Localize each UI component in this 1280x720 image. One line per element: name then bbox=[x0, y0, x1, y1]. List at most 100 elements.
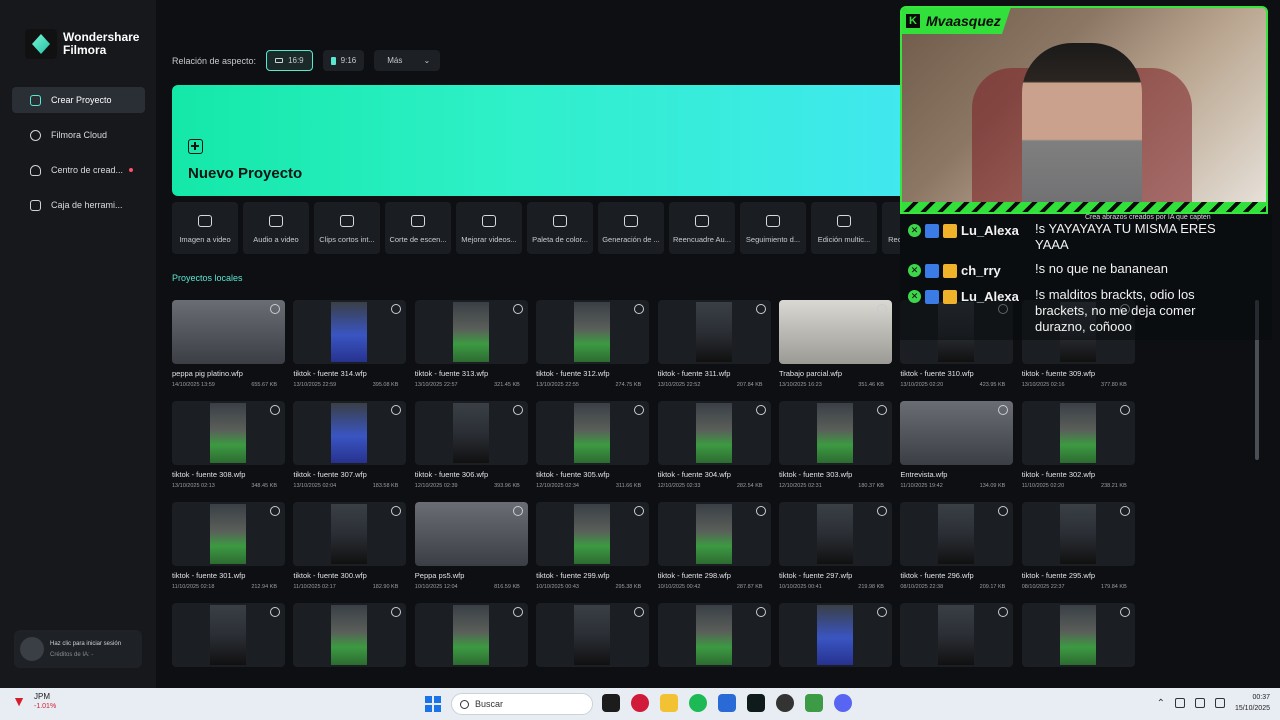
project-card[interactable]: tiktok - fuente 306.wfp 12/10/2025 02:39 3… bbox=[414, 401, 528, 496]
project-card[interactable]: tiktok - fuente 304.wfp 12/10/2025 02:33 2… bbox=[657, 401, 771, 496]
cloud-upload-icon[interactable] bbox=[1119, 506, 1130, 516]
project-card[interactable] bbox=[657, 603, 771, 672]
network-icon[interactable] bbox=[1194, 698, 1205, 708]
project-card[interactable]: tiktok - fuente 303.wfp 12/10/2025 02:31 1… bbox=[778, 401, 892, 496]
project-card[interactable] bbox=[536, 603, 650, 672]
cloud-upload-icon[interactable] bbox=[755, 405, 766, 415]
cloud-upload-icon[interactable] bbox=[1119, 607, 1130, 617]
cloud-upload-icon[interactable] bbox=[391, 304, 402, 314]
tool-button[interactable]: Audio a video bbox=[243, 202, 309, 254]
store-icon[interactable] bbox=[718, 694, 736, 712]
tool-button[interactable]: Mejorar videos... bbox=[456, 202, 522, 254]
cloud-upload-icon[interactable] bbox=[634, 506, 645, 516]
tool-button[interactable]: Reencuadre Au... bbox=[669, 202, 735, 254]
cloud-upload-icon[interactable] bbox=[876, 506, 887, 516]
sidebar-item-crear-proyecto[interactable]: Crear Proyecto bbox=[12, 87, 145, 113]
cloud-upload-icon[interactable] bbox=[270, 506, 280, 516]
cloud-upload-icon[interactable] bbox=[634, 304, 645, 314]
opera-icon[interactable] bbox=[631, 694, 649, 712]
project-card[interactable]: tiktok - fuente 295.wfp 08/10/2025 22:37 1… bbox=[1021, 502, 1135, 597]
project-card[interactable]: tiktok - fuente 299.wfp 10/10/2025 00:43 2… bbox=[536, 502, 650, 597]
project-card[interactable]: tiktok - fuente 302.wfp 11/10/2025 02:20 2… bbox=[1021, 401, 1135, 496]
project-card[interactable]: tiktok - fuente 297.wfp 10/10/2025 00:41 2… bbox=[778, 502, 892, 597]
project-card[interactable]: tiktok - fuente 311.wfp 13/10/2025 22:52 2… bbox=[657, 300, 771, 395]
project-card[interactable]: tiktok - fuente 308.wfp 13/10/2025 02:13 3… bbox=[172, 401, 285, 496]
sidebar-item-caja-herramientas[interactable]: Caja de herrami... bbox=[12, 192, 145, 218]
clock[interactable]: 00:37 15/10/2025 bbox=[1235, 692, 1270, 714]
cloud-upload-icon[interactable] bbox=[512, 405, 523, 415]
cloud-upload-icon[interactable] bbox=[270, 607, 280, 617]
aspect-9-16-button[interactable]: 9:16 bbox=[322, 50, 365, 71]
tool-button[interactable]: Imagen a video bbox=[172, 202, 238, 254]
tool-button[interactable]: Edición multic... bbox=[811, 202, 877, 254]
cloud-upload-icon[interactable] bbox=[634, 405, 645, 415]
spotify-icon[interactable] bbox=[689, 694, 707, 712]
cloud-upload-icon[interactable] bbox=[1119, 405, 1130, 415]
file-explorer-icon[interactable] bbox=[660, 694, 678, 712]
project-thumbnail bbox=[1021, 502, 1135, 566]
cloud-upload-icon[interactable] bbox=[876, 405, 887, 415]
cloud-upload-icon[interactable] bbox=[755, 607, 766, 617]
project-card[interactable]: Entrevista.wfp 11/10/2025 19:42 134.09 KB bbox=[900, 401, 1014, 496]
project-card[interactable]: tiktok - fuente 312.wfp 13/10/2025 22:55 2… bbox=[536, 300, 650, 395]
tool-button[interactable]: Clips cortos int... bbox=[314, 202, 380, 254]
taskbar-search[interactable]: Buscar bbox=[451, 693, 593, 715]
cloud-upload-icon[interactable] bbox=[512, 506, 523, 516]
project-card[interactable] bbox=[1021, 603, 1135, 672]
project-card[interactable]: tiktok - fuente 314.wfp 13/10/2025 22:59 3… bbox=[293, 300, 407, 395]
project-card[interactable] bbox=[900, 603, 1014, 672]
microphone-icon[interactable] bbox=[1174, 698, 1185, 708]
task-view-icon[interactable] bbox=[602, 694, 620, 712]
project-card[interactable]: tiktok - fuente 300.wfp 11/10/2025 02:17 1… bbox=[293, 502, 407, 597]
project-card[interactable] bbox=[293, 603, 407, 672]
tool-button[interactable]: Corte de escen... bbox=[385, 202, 451, 254]
obs-icon[interactable] bbox=[776, 694, 794, 712]
game-icon[interactable] bbox=[805, 694, 823, 712]
project-card[interactable] bbox=[778, 603, 892, 672]
cloud-upload-icon[interactable] bbox=[755, 304, 766, 314]
sidebar: Wondershare Filmora Crear Proyecto Filmo… bbox=[0, 0, 156, 688]
project-card[interactable]: Trabajo parcial.wfp 13/10/2025 16:23 351.4… bbox=[778, 300, 892, 395]
windows-start-icon[interactable] bbox=[425, 696, 441, 712]
discord-icon[interactable] bbox=[834, 694, 852, 712]
tool-button[interactable]: Generación de ... bbox=[598, 202, 664, 254]
stock-widget[interactable]: ▼ JPM -1.01% bbox=[10, 692, 56, 710]
sidebar-item-filmora-cloud[interactable]: Filmora Cloud bbox=[12, 122, 145, 148]
tool-button[interactable]: Paleta de color... bbox=[527, 202, 593, 254]
project-card[interactable] bbox=[414, 603, 528, 672]
cloud-upload-icon[interactable] bbox=[391, 506, 402, 516]
cloud-upload-icon[interactable] bbox=[876, 304, 887, 314]
project-card[interactable] bbox=[172, 603, 285, 672]
project-card[interactable]: tiktok - fuente 298.wfp 10/10/2025 00:42 2… bbox=[657, 502, 771, 597]
cloud-upload-icon[interactable] bbox=[998, 405, 1009, 415]
cloud-upload-icon[interactable] bbox=[634, 607, 645, 617]
cloud-upload-icon[interactable] bbox=[755, 506, 766, 516]
project-card[interactable]: tiktok - fuente 301.wfp 11/10/2025 02:18 2… bbox=[172, 502, 285, 597]
filmora-taskbar-icon[interactable] bbox=[747, 694, 765, 712]
tool-button[interactable]: Seguimiento d... bbox=[740, 202, 806, 254]
cloud-upload-icon[interactable] bbox=[512, 607, 523, 617]
aspect-more-dropdown[interactable]: Más ⌄ bbox=[374, 50, 441, 71]
volume-icon[interactable] bbox=[1214, 698, 1225, 708]
project-card[interactable]: tiktok - fuente 305.wfp 12/10/2025 02:34 3… bbox=[536, 401, 650, 496]
cloud-upload-icon[interactable] bbox=[998, 607, 1009, 617]
sidebar-item-centro-creadores[interactable]: Centro de cread... bbox=[12, 157, 145, 183]
project-card[interactable]: tiktok - fuente 296.wfp 08/10/2025 22:38 2… bbox=[900, 502, 1014, 597]
project-card[interactable]: tiktok - fuente 307.wfp 13/10/2025 02:04 1… bbox=[293, 401, 407, 496]
cloud-upload-icon[interactable] bbox=[512, 304, 523, 314]
project-card[interactable]: peppa pig platino.wfp 14/10/2025 13:59 655… bbox=[172, 300, 285, 395]
new-project-banner[interactable]: Nuevo Proyecto bbox=[172, 85, 900, 196]
thumbnail-image bbox=[695, 605, 732, 665]
cloud-upload-icon[interactable] bbox=[391, 607, 402, 617]
cloud-upload-icon[interactable] bbox=[391, 405, 402, 415]
cloud-upload-icon[interactable] bbox=[270, 304, 280, 314]
cloud-upload-icon[interactable] bbox=[998, 506, 1009, 516]
cloud-upload-icon[interactable] bbox=[270, 405, 280, 415]
project-card[interactable]: tiktok - fuente 313.wfp 13/10/2025 22:57 3… bbox=[414, 300, 528, 395]
chevron-up-icon[interactable]: ⌃ bbox=[1157, 698, 1165, 709]
aspect-16-9-button[interactable]: 16:9 bbox=[266, 50, 313, 71]
tool-button[interactable]: Recorte de ret... bbox=[882, 202, 900, 254]
login-button[interactable]: Haz clic para iniciar sesión Créditos de… bbox=[14, 630, 142, 668]
project-card[interactable]: Peppa ps5.wfp 10/10/2025 12:04 816.59 KB bbox=[414, 502, 528, 597]
cloud-upload-icon[interactable] bbox=[876, 607, 887, 617]
